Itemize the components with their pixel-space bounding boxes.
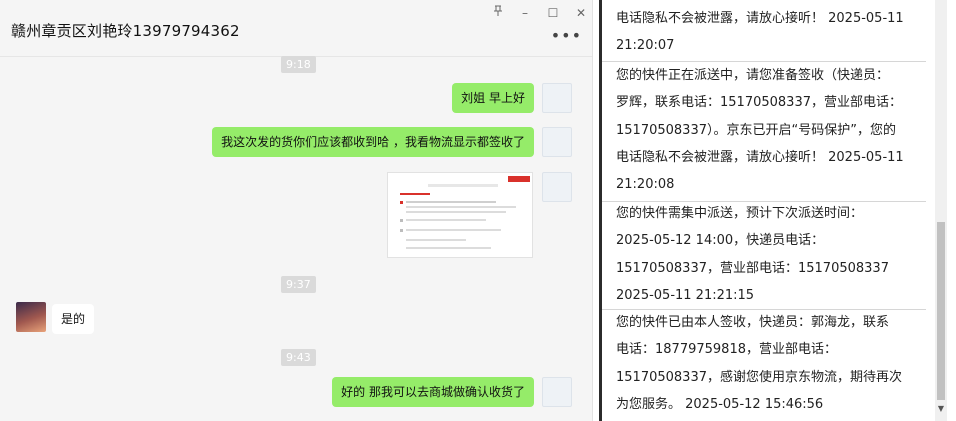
time-badge: 9:43: [281, 349, 316, 366]
note-line: 为您服务。 2025-05-12 15:46:56: [616, 396, 824, 412]
chat-title: 赣州章贡区刘艳玲13979794362: [11, 22, 240, 40]
note-line: 2025-05-11 21:21:15: [616, 287, 755, 303]
note-line: 电话隐私不会被泄露，请放心接听！ 2025-05-11: [616, 149, 904, 165]
my-avatar[interactable]: [542, 377, 572, 407]
note-line: 电话隐私不会被泄露，请放心接听！ 2025-05-11: [616, 11, 904, 26]
note-line: 您的快件需集中派送，预计下次派送时间：: [616, 206, 864, 221]
note-line: 您的快件已由本人签收，快递员：郭海龙，联系: [616, 315, 890, 330]
time-badge: 9:18: [281, 56, 316, 73]
my-avatar[interactable]: [542, 83, 572, 113]
message-bubble[interactable]: 是的: [52, 304, 95, 334]
logistics-note: 您的快件需集中派送，预计下次派送时间： 2025-05-12 14:00，快递员…: [602, 200, 926, 310]
note-line: 罗辉，联系电话：15170508337，营业部电话：: [616, 95, 902, 111]
time-badge: 9:37: [281, 276, 316, 293]
contact-avatar[interactable]: [16, 302, 46, 332]
note-line: 21:20:07: [616, 38, 675, 54]
logistics-note: 您的快件正在派送中，请您准备签收（快递员： 罗辉，联系电话：1517050833…: [602, 62, 926, 202]
minimize-icon[interactable]: –: [514, 4, 536, 22]
chat-window: 赣州章贡区刘艳玲13979794362 – ☐ ✕ ••• 9:18 刘姐 早上…: [0, 0, 593, 421]
note-line: 电话：18779759818，营业部电话：: [616, 342, 837, 358]
note-line: 您的快件正在派送中，请您准备签收（快递员：: [616, 68, 890, 83]
note-line: 15170508337，营业部电话：15170508337: [616, 260, 889, 276]
note-line: 21:20:08: [616, 177, 675, 193]
scrollbar-thumb[interactable]: [937, 222, 945, 400]
note-line: 15170508337）。京东已开启“号码保护”，您的: [616, 122, 896, 138]
my-avatar[interactable]: [542, 127, 572, 157]
chat-header: 赣州章贡区刘艳玲13979794362 – ☐ ✕ •••: [0, 0, 592, 57]
scroll-down-arrow-icon[interactable]: ▼: [935, 403, 947, 415]
logistics-note: 您的快件已由本人签收，快递员：郭海龙，联系 电话：18779759818，营业部…: [602, 309, 926, 421]
logistics-note: 电话隐私不会被泄露，请放心接听！ 2025-05-11 21:20:07: [602, 5, 926, 62]
pin-icon[interactable]: [487, 4, 509, 22]
note-line: 15170508337，感谢您使用京东物流，期待再次: [616, 369, 902, 385]
close-icon[interactable]: ✕: [570, 4, 592, 22]
my-avatar[interactable]: [542, 172, 572, 202]
maximize-icon[interactable]: ☐: [542, 4, 564, 22]
message-list: 9:18 刘姐 早上好 我这次发的货你们应该都收到哈 ，我看物流显示都签收了 9…: [0, 56, 592, 421]
message-bubble[interactable]: 我这次发的货你们应该都收到哈 ，我看物流显示都签收了: [212, 127, 534, 157]
logistics-panel: 电话隐私不会被泄露，请放心接听！ 2025-05-11 21:20:07 您的快…: [602, 0, 930, 421]
more-options-button[interactable]: •••: [551, 26, 582, 45]
message-bubble[interactable]: 好的 那我可以去商城做确认收货了: [332, 377, 534, 407]
window-edge: [947, 0, 956, 421]
note-line: 2025-05-12 14:00，快递员电话：: [616, 233, 825, 249]
image-message[interactable]: [387, 172, 533, 258]
message-bubble[interactable]: 刘姐 早上好: [452, 83, 534, 113]
